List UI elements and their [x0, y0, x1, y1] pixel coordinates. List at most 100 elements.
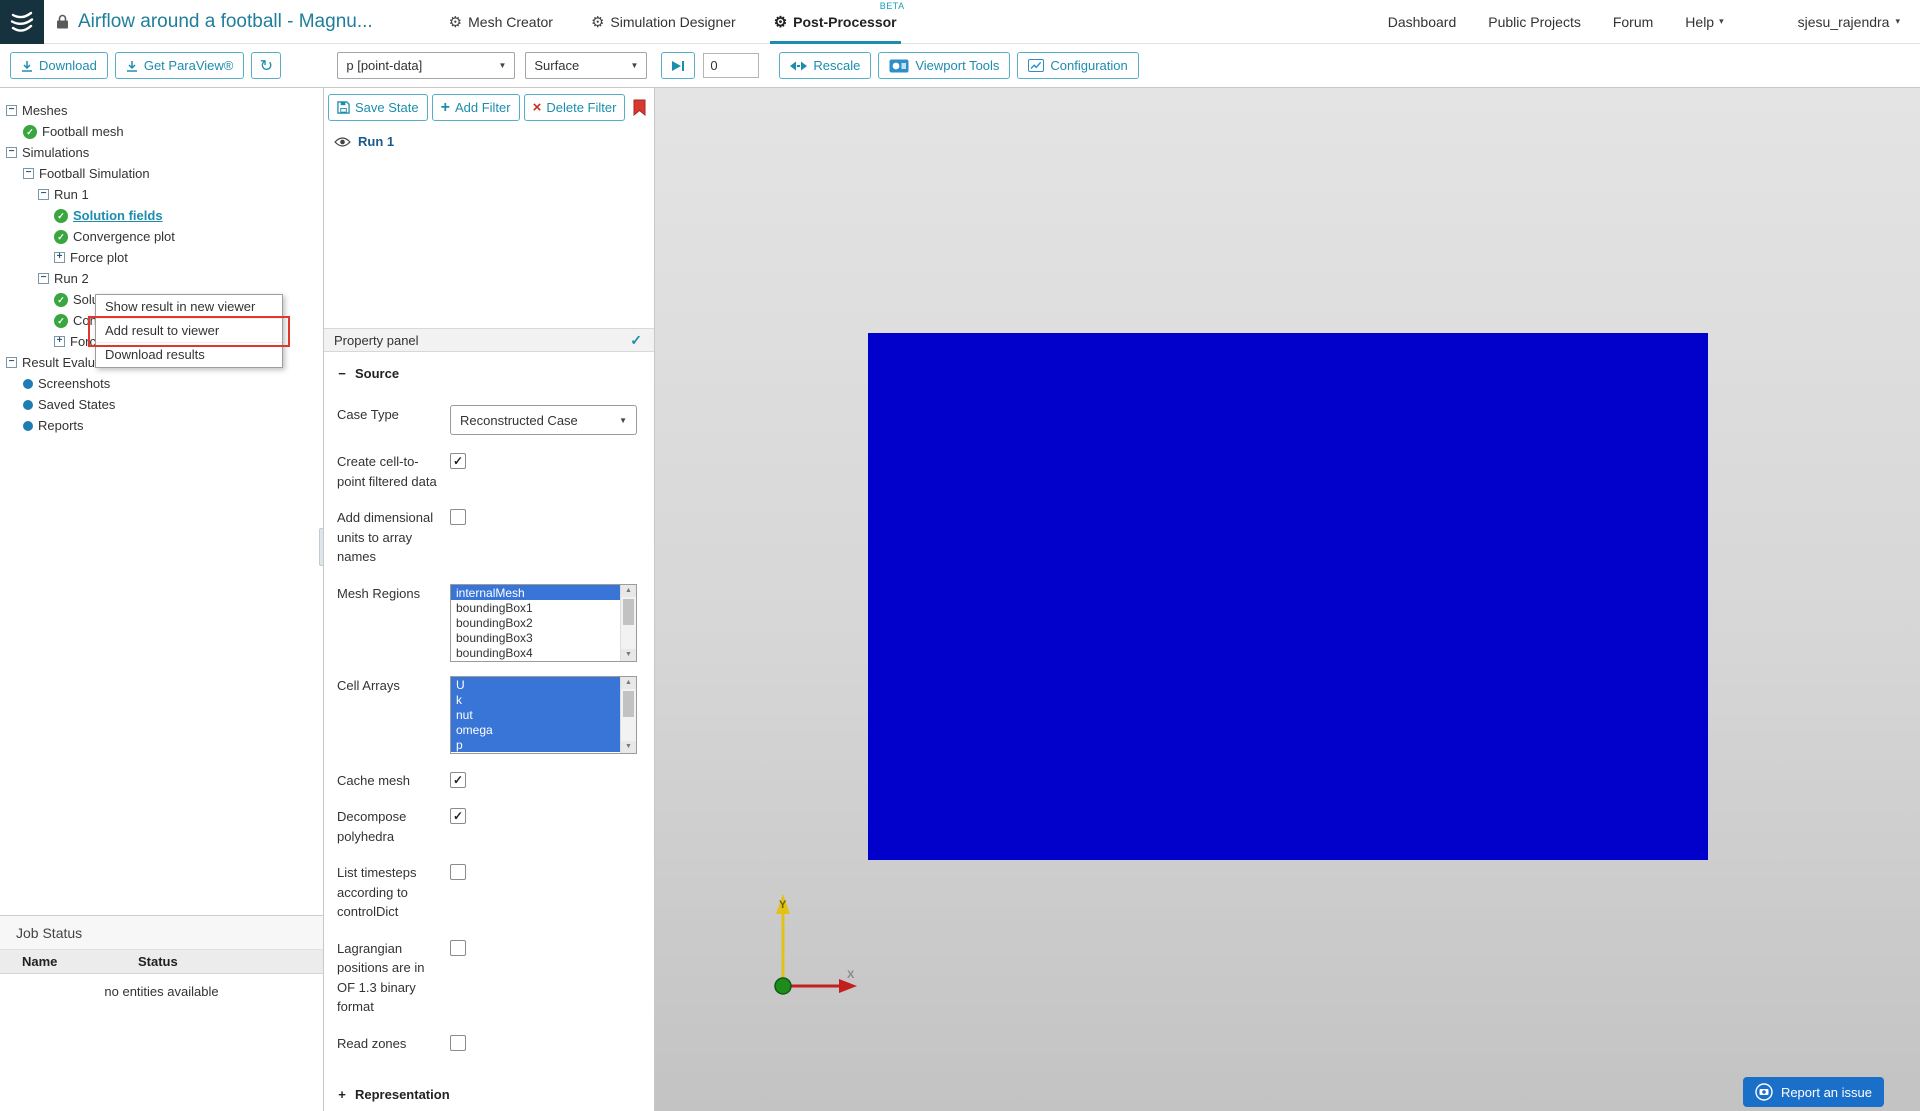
nav-forum[interactable]: Forum [1613, 14, 1653, 30]
list-timesteps-label: List timesteps according to controlDict [337, 865, 417, 919]
check-icon: ✓ [452, 772, 464, 787]
dot-icon [23, 420, 33, 431]
scrollbar[interactable]: ▲ ▼ [620, 584, 636, 661]
decompose-polyhedra-checkbox[interactable]: ✓ [450, 808, 466, 824]
apply-check-icon[interactable]: ✓ [630, 332, 642, 349]
report-issue-button[interactable]: Report an issue [1742, 1077, 1884, 1107]
delete-x-icon: × [532, 99, 542, 116]
tree-item-run2[interactable]: − Run 2 [0, 268, 323, 289]
cache-mesh-checkbox[interactable]: ✓ [450, 771, 466, 788]
case-type-select[interactable]: Reconstructed Case ▼ [450, 405, 637, 435]
nav-dashboard[interactable]: Dashboard [1388, 14, 1457, 30]
rescale-button[interactable]: Rescale [779, 52, 872, 79]
list-timesteps-checkbox[interactable]: ✓ [450, 864, 466, 880]
tree-item-saved-states[interactable]: Saved States [0, 394, 323, 415]
collapse-icon[interactable]: − [6, 105, 17, 116]
nav-public-projects[interactable]: Public Projects [1488, 14, 1581, 30]
menu-item-show-result-new-viewer[interactable]: Show result in new viewer [96, 295, 282, 319]
expand-icon[interactable]: + [54, 252, 65, 263]
pipeline-item-run1[interactable]: Run 1 [334, 134, 644, 149]
tab-label: Simulation Designer [610, 13, 736, 30]
list-option[interactable]: U [451, 676, 620, 692]
scrollbar-thumb[interactable] [623, 690, 634, 717]
list-option[interactable]: p [451, 737, 620, 753]
cell-arrays-listbox[interactable]: U k nut omega p ▲ ▼ [450, 675, 637, 754]
job-status-table-header: Name Status [0, 950, 323, 974]
configuration-button[interactable]: Configuration [1017, 52, 1139, 79]
list-option[interactable]: internalMesh [451, 584, 620, 600]
collapse-icon[interactable]: − [6, 147, 17, 158]
refresh-button[interactable]: ↻ [251, 52, 282, 79]
viewport-tools-button[interactable]: Viewport Tools [878, 52, 1011, 79]
render-viewport[interactable]: Y X Report an issue [655, 88, 1920, 1111]
user-menu[interactable]: sjesu_rajendra ▾ [1798, 14, 1900, 30]
section-source[interactable]: − Source [337, 366, 640, 381]
camera-icon [1755, 1083, 1773, 1101]
list-option[interactable]: boundingBox4 [451, 645, 620, 660]
tab-label: Post-Processor [793, 13, 897, 30]
menu-item-download-results[interactable]: Download results [96, 343, 282, 367]
mesh-regions-label: Mesh Regions [337, 585, 421, 601]
read-zones-checkbox[interactable]: ✓ [450, 1034, 466, 1051]
mesh-regions-listbox[interactable]: internalMesh boundingBox1 boundingBox2 b… [450, 583, 637, 662]
add-filter-button[interactable]: + Add Filter [431, 94, 520, 121]
tree-item-run1[interactable]: − Run 1 [0, 184, 323, 205]
get-paraview-button[interactable]: Get ParaView® [114, 52, 245, 79]
lagrangian-checkbox[interactable]: ✓ [450, 939, 466, 956]
tree-item-reports[interactable]: Reports [0, 415, 323, 436]
cell-arrays-label: Cell Arrays [337, 677, 400, 693]
list-option[interactable]: nut [451, 706, 620, 723]
rendered-mesh-surface[interactable] [868, 333, 1708, 860]
username: sjesu_rajendra [1797, 13, 1890, 30]
tree-item-football-mesh[interactable]: ✓ Football mesh [0, 121, 323, 142]
post-processor-panel: Save State + Add Filter × Delete Filter … [324, 88, 655, 1111]
frame-number-input[interactable] [703, 53, 760, 78]
expand-icon[interactable]: + [54, 336, 65, 347]
check-icon: ✓ [23, 124, 37, 139]
job-status-panel: Job Status Name Status no entities avail… [0, 915, 323, 1111]
tab-mesh-creator[interactable]: ⚙ Mesh Creator [445, 0, 557, 44]
top-nav: Dashboard Public Projects Forum Help ▾ sj… [1388, 14, 1920, 30]
tab-simulation-designer[interactable]: ⚙ Simulation Designer [587, 0, 740, 44]
download-button[interactable]: Download [10, 52, 108, 79]
dot-icon [23, 378, 33, 389]
chevron-down-icon: ▼ [619, 415, 627, 425]
cell-to-point-checkbox[interactable]: ✓ [450, 453, 466, 469]
tree-item-run1-convergence-plot[interactable]: ✓ Convergence plot [0, 226, 323, 247]
collapse-icon[interactable]: − [38, 189, 49, 200]
tree-item-run1-force-plot[interactable]: + Force plot [0, 247, 323, 268]
representation-select[interactable]: Surface ▼ [525, 52, 648, 79]
save-state-button[interactable]: Save State [328, 94, 428, 121]
scroll-down-icon: ▼ [621, 648, 636, 661]
panel-resize-handle[interactable] [319, 528, 324, 566]
menu-item-add-result-to-viewer[interactable]: Add result to viewer [96, 319, 282, 343]
nav-help-menu[interactable]: Help ▾ [1685, 14, 1723, 30]
rescale-arrows-icon [790, 61, 808, 70]
pin-icon[interactable] [633, 99, 646, 116]
section-representation[interactable]: + Representation [337, 1087, 640, 1102]
tree-item-run1-solution-fields[interactable]: ✓ Solution fields [0, 205, 323, 226]
z-axis-dot [774, 977, 792, 995]
list-option[interactable]: boundingBox2 [451, 615, 620, 630]
play-step-button[interactable] [661, 52, 696, 79]
tree-item-screenshots[interactable]: Screenshots [0, 373, 323, 394]
collapse-icon[interactable]: − [23, 168, 34, 179]
tree-item-meshes[interactable]: − Meshes [0, 100, 323, 121]
scrollbar[interactable]: ▲ ▼ [620, 676, 636, 753]
list-option[interactable]: boundingBox1 [451, 600, 620, 615]
delete-filter-button[interactable]: × Delete Filter [523, 94, 626, 121]
list-option[interactable]: omega [451, 722, 620, 738]
collapse-icon[interactable]: − [38, 273, 49, 284]
download-icon [126, 60, 137, 72]
tab-post-processor[interactable]: BETA ⚙ Post-Processor [769, 0, 904, 44]
tree-item-simulations[interactable]: − Simulations [0, 142, 323, 163]
tree-item-football-simulation[interactable]: − Football Simulation [0, 163, 323, 184]
app-header: Airflow around a football - Magnu... ⚙ M… [0, 0, 1920, 44]
scrollbar-thumb[interactable] [623, 598, 634, 625]
field-select[interactable]: p [point-data] ▼ [337, 52, 516, 79]
list-option[interactable]: boundingBox3 [451, 630, 620, 645]
dimensional-units-checkbox[interactable]: ✓ [450, 509, 466, 525]
collapse-icon[interactable]: − [6, 357, 17, 368]
visibility-eye-icon[interactable] [334, 136, 351, 148]
list-option[interactable]: k [451, 691, 620, 707]
